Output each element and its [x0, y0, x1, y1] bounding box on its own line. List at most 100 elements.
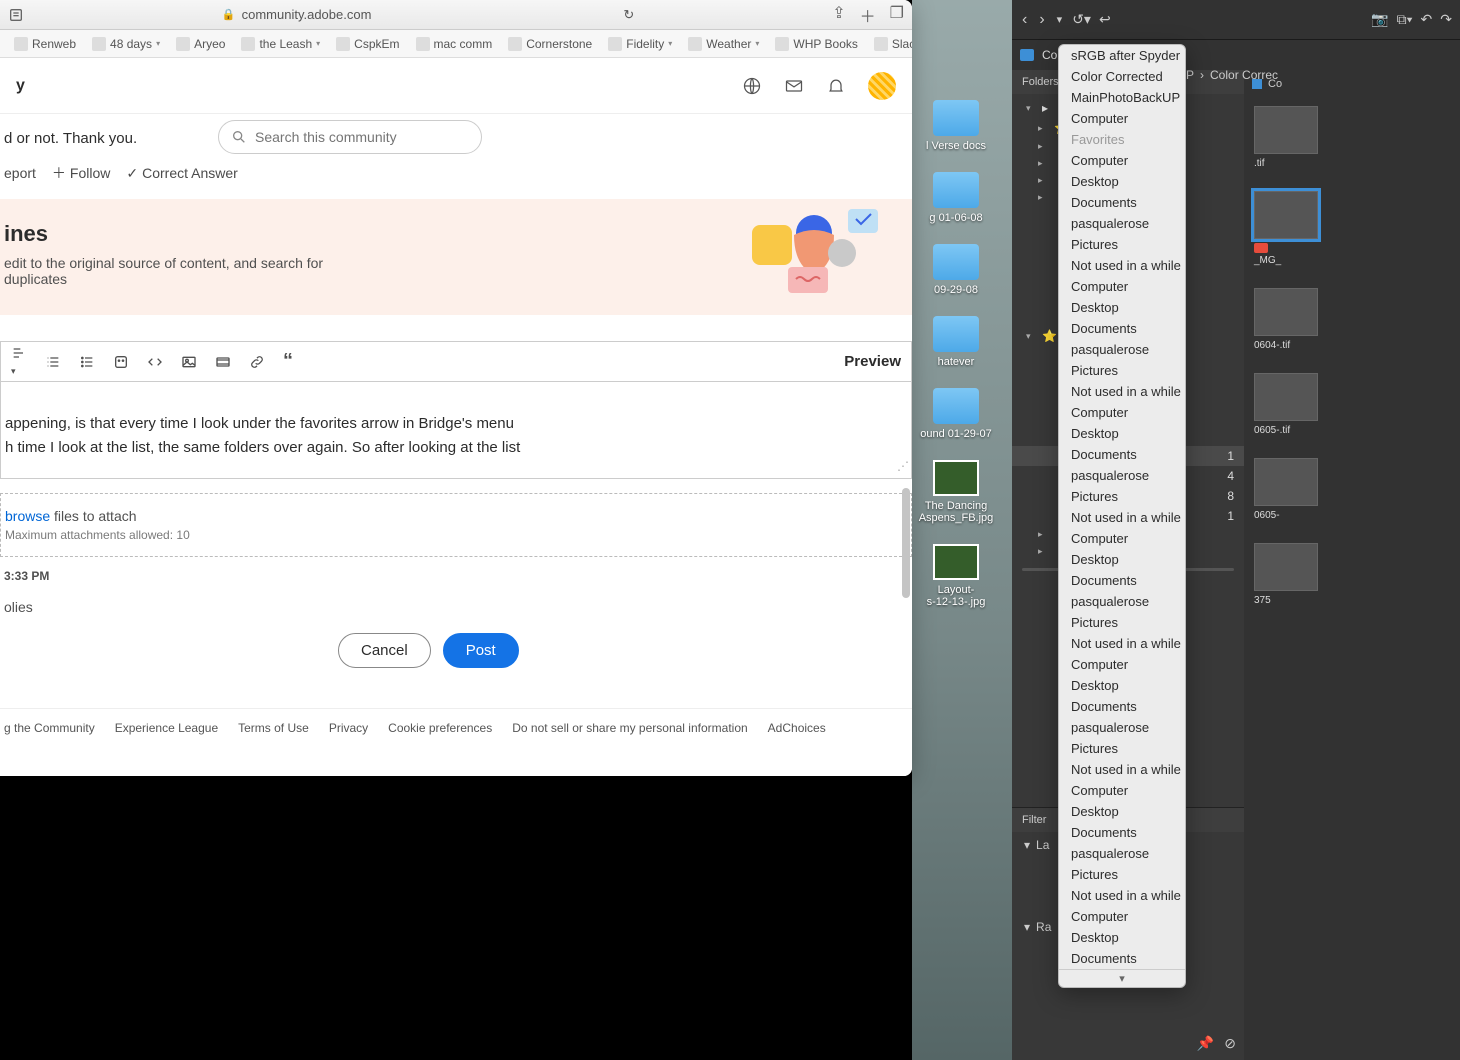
desktop-folder[interactable]: g 01-06-08 [906, 172, 1006, 224]
favorites-menu-item[interactable]: pasqualerose [1059, 339, 1185, 360]
favorites-menu-item[interactable]: Desktop [1059, 297, 1185, 318]
favorites-menu-item[interactable]: Not used in a while [1059, 633, 1185, 654]
favorites-menu-item[interactable]: Desktop [1059, 423, 1185, 444]
desktop-folder[interactable]: l Verse docs [906, 100, 1006, 152]
favorites-menu-item[interactable]: Not used in a while [1059, 759, 1185, 780]
link-icon[interactable] [249, 354, 265, 370]
thumbnail-item[interactable]: 0604-.tif [1254, 288, 1460, 351]
bookmark-item[interactable]: Slack [868, 35, 912, 53]
globe-icon[interactable] [742, 76, 762, 96]
favorites-menu-item[interactable]: Pictures [1059, 612, 1185, 633]
tabs-icon[interactable]: ❐ [890, 3, 904, 27]
favorites-menu-item[interactable]: Pictures [1059, 360, 1185, 381]
favorites-menu-item[interactable]: Computer [1059, 108, 1185, 129]
thumbnail-item[interactable]: 0605-.tif [1254, 373, 1460, 436]
favorites-menu-item[interactable]: Color Corrected [1059, 66, 1185, 87]
favorites-menu-item[interactable]: Not used in a while [1059, 507, 1185, 528]
ordered-list-icon[interactable] [45, 354, 61, 370]
bridge-path-segment[interactable]: JP › Color Correc [1180, 68, 1278, 82]
favorites-menu-item[interactable]: Desktop [1059, 549, 1185, 570]
bookmark-item[interactable]: 48 days▾ [86, 35, 166, 53]
favorites-menu-item[interactable]: pasqualerose [1059, 213, 1185, 234]
chevron-down-icon[interactable]: ▾ [1055, 13, 1065, 26]
thumbnail-item[interactable]: .tif [1254, 106, 1460, 169]
redo-icon[interactable]: ↷ [1440, 11, 1452, 28]
emoji-icon[interactable] [113, 354, 129, 370]
favorites-menu-item[interactable]: Pictures [1059, 738, 1185, 759]
reload-icon[interactable]: ↻ [623, 7, 634, 23]
unordered-list-icon[interactable] [79, 354, 95, 370]
bookmark-item[interactable]: Aryeo [170, 35, 231, 53]
favorites-menu-item[interactable]: Desktop [1059, 171, 1185, 192]
favorites-menu-item[interactable]: Documents [1059, 822, 1185, 843]
search-input[interactable] [255, 129, 469, 145]
reader-icon[interactable] [8, 7, 24, 23]
editor-textarea[interactable]: appening, is that every time I look unde… [0, 381, 912, 479]
favorites-menu-item[interactable]: pasqualerose [1059, 465, 1185, 486]
favorites-menu-item[interactable]: Documents [1059, 318, 1185, 339]
thumbnail-item[interactable]: 375 [1254, 543, 1460, 606]
bookmark-item[interactable]: Renweb [8, 35, 82, 53]
footer-link[interactable]: g the Community [4, 721, 95, 735]
undo-icon[interactable]: ↶ [1421, 11, 1433, 28]
desktop-folder[interactable]: 09-29-08 [906, 244, 1006, 296]
report-action[interactable]: eport [4, 163, 36, 183]
favorites-menu-item[interactable]: Computer [1059, 528, 1185, 549]
favorites-menu-item[interactable]: Desktop [1059, 801, 1185, 822]
browse-link[interactable]: browse [5, 508, 50, 524]
footer-link[interactable]: Terms of Use [238, 721, 309, 735]
post-button[interactable]: Post [443, 633, 519, 668]
bookmark-item[interactable]: the Leash▾ [235, 35, 326, 53]
video-icon[interactable] [215, 354, 231, 370]
favorites-menu-item[interactable]: Pictures [1059, 234, 1185, 255]
favorites-menu-item[interactable]: Computer [1059, 402, 1185, 423]
cancel-filter-icon[interactable]: ⊘ [1224, 1035, 1236, 1052]
attachment-dropzone[interactable]: browse files to attach Maximum attachmen… [0, 493, 912, 557]
pin-icon[interactable]: 📌 [1197, 1035, 1214, 1052]
boomerang-icon[interactable]: ↩ [1099, 11, 1111, 28]
favorites-menu-item[interactable]: Documents [1059, 570, 1185, 591]
bookmark-item[interactable]: Cornerstone [502, 35, 598, 53]
correct-answer-action[interactable]: ✓Correct Answer [126, 163, 237, 183]
footer-link[interactable]: Cookie preferences [388, 721, 492, 735]
camera-icon[interactable]: 📷 [1371, 11, 1388, 28]
favorites-menu-item[interactable]: Computer [1059, 780, 1185, 801]
code-icon[interactable] [147, 354, 163, 370]
favorites-menu-item[interactable]: Desktop [1059, 927, 1185, 948]
nav-forward-icon[interactable]: › [1037, 11, 1046, 29]
favorites-menu-item[interactable]: Documents [1059, 948, 1185, 969]
quote-icon[interactable]: “ [283, 350, 293, 373]
favorites-menu-item[interactable]: MainPhotoBackUP [1059, 87, 1185, 108]
thumbnail-item[interactable]: 0605- [1254, 458, 1460, 521]
image-icon[interactable] [181, 354, 197, 370]
bookmark-item[interactable]: Weather▾ [682, 35, 765, 53]
favorites-menu-item[interactable]: Computer [1059, 654, 1185, 675]
favorites-menu-item[interactable]: sRGB after Spyder [1059, 45, 1185, 66]
favorites-menu-item[interactable]: Documents [1059, 192, 1185, 213]
favorites-menu-item[interactable]: pasqualerose [1059, 843, 1185, 864]
footer-link[interactable]: Experience League [115, 721, 218, 735]
cancel-button[interactable]: Cancel [338, 633, 431, 668]
bell-icon[interactable] [826, 76, 846, 96]
favorites-menu-item[interactable]: Computer [1059, 150, 1185, 171]
favorites-menu-item[interactable]: pasqualerose [1059, 591, 1185, 612]
favorites-menu-item[interactable]: Computer [1059, 276, 1185, 297]
footer-link[interactable]: Do not sell or share my personal informa… [512, 721, 747, 735]
desktop-file[interactable]: Layout-s-12-13-.jpg [906, 544, 1006, 608]
search-input-wrap[interactable] [218, 120, 482, 154]
footer-link[interactable]: AdChoices [768, 721, 826, 735]
share-icon[interactable]: ⇪ [832, 3, 845, 27]
bookmark-item[interactable]: CspkEm [330, 35, 405, 53]
favorites-menu-item[interactable]: Pictures [1059, 864, 1185, 885]
desktop-file[interactable]: The Dancing Aspens_FB.jpg [906, 460, 1006, 524]
favorites-menu-item[interactable]: Documents [1059, 696, 1185, 717]
favorites-menu-item[interactable]: Pictures [1059, 486, 1185, 507]
bookmark-item[interactable]: Fidelity▾ [602, 35, 678, 53]
recent-icon[interactable]: ↺▾ [1072, 11, 1091, 28]
nav-back-icon[interactable]: ‹ [1020, 11, 1029, 29]
favorites-menu-item[interactable]: Desktop [1059, 675, 1185, 696]
url-bar[interactable]: 🔒 community.adobe.com ↻ [32, 7, 824, 23]
bookmark-item[interactable]: WHP Books [769, 35, 863, 53]
favorites-menu-item[interactable]: Not used in a while [1059, 885, 1185, 906]
favorites-menu-item[interactable]: Not used in a while [1059, 381, 1185, 402]
